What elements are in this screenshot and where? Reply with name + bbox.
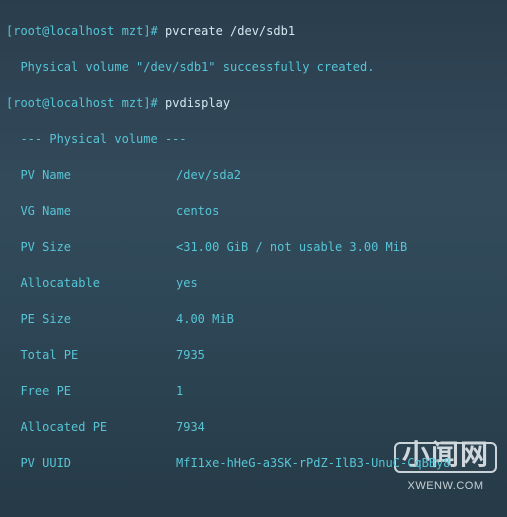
terminal-output: [root@localhost mzt]# pvcreate /dev/sdb1…	[0, 0, 507, 517]
pv1-freepe-row: Free PE1	[6, 382, 501, 400]
pv1-name-row: PV Name/dev/sda2	[6, 166, 501, 184]
pv1-pesize-row: PE Size4.00 MiB	[6, 310, 501, 328]
pv1-size-row: PV Size<31.00 GiB / not usable 3.00 MiB	[6, 238, 501, 256]
prompt-cwd: mzt	[122, 24, 144, 38]
cmd1-output: Physical volume "/dev/sdb1" successfully…	[6, 58, 501, 76]
prompt-user: root	[13, 24, 42, 38]
command-1: pvcreate /dev/sdb1	[165, 24, 295, 38]
pv1-uuid-row: PV UUIDMfI1xe-hHeG-a3SK-rPdZ-IlB3-UnuC-C…	[6, 454, 501, 472]
pv1-totalpe-row: Total PE7935	[6, 346, 501, 364]
blank-line	[6, 490, 501, 508]
pv1-alloc-row: Allocatableyes	[6, 274, 501, 292]
command-2: pvdisplay	[165, 96, 230, 110]
prompt-line-1: [root@localhost mzt]# pvcreate /dev/sdb1	[6, 22, 501, 40]
pv1-vg-row: VG Namecentos	[6, 202, 501, 220]
pv1-allocpe-row: Allocated PE7934	[6, 418, 501, 436]
pv1-header: --- Physical volume ---	[6, 130, 501, 148]
prompt-line-2: [root@localhost mzt]# pvdisplay	[6, 94, 501, 112]
prompt-host: localhost	[49, 24, 114, 38]
